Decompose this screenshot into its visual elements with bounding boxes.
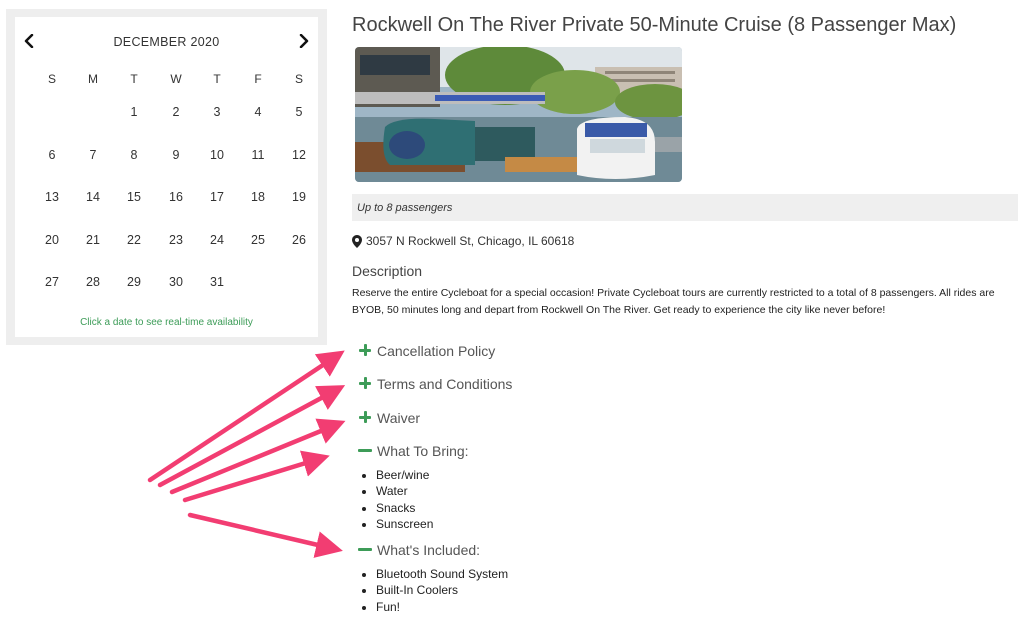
weekday-label: S xyxy=(47,72,56,86)
list-item: Sunscreen xyxy=(376,516,433,532)
weekday-header-row: S M T W T F S xyxy=(15,72,318,88)
calendar-day[interactable]: 11 xyxy=(244,144,272,166)
calendar-day[interactable]: 31 xyxy=(203,271,231,293)
list-item: Bluetooth Sound System xyxy=(376,566,508,582)
list-item: Snacks xyxy=(376,500,433,516)
description-heading: Description xyxy=(352,263,423,279)
calendar-day[interactable]: 14 xyxy=(79,186,107,208)
calendar-day[interactable]: 29 xyxy=(120,271,148,293)
waiver-label: Waiver xyxy=(377,410,421,426)
weekday-label: W xyxy=(170,72,182,86)
map-marker-icon xyxy=(352,234,362,248)
calendar-day[interactable]: 3 xyxy=(203,101,231,123)
calendar: DECEMBER 2020 S M T W T F S 1 2 3 4 5 6 7 8 9 10 1… xyxy=(15,17,318,337)
calendar-day[interactable]: 13 xyxy=(38,186,66,208)
plus-icon xyxy=(358,410,374,426)
calendar-header: DECEMBER 2020 xyxy=(15,17,318,51)
arrow-to-what-to-bring xyxy=(182,450,330,503)
description-text: Reserve the entire Cycleboat for a speci… xyxy=(352,287,995,316)
terms-and-conditions-label: Terms and Conditions xyxy=(377,376,513,392)
arrow-to-terms xyxy=(157,385,346,488)
calendar-day[interactable]: 24 xyxy=(203,229,231,251)
calendar-day[interactable]: 18 xyxy=(244,186,272,208)
calendar-day[interactable]: 5 xyxy=(285,101,313,123)
calendar-month-label: DECEMBER 2020 xyxy=(113,35,220,49)
minus-icon xyxy=(358,542,374,558)
calendar-day[interactable]: 4 xyxy=(244,101,272,123)
calendar-day[interactable]: 21 xyxy=(79,229,107,251)
address-text: 3057 N Rockwell St, Chicago, IL 60618 xyxy=(366,234,575,248)
weekday-label: T xyxy=(213,72,221,86)
weekday-label: T xyxy=(130,72,138,86)
calendar-day[interactable]: 9 xyxy=(162,144,190,166)
calendar-day[interactable]: 8 xyxy=(120,144,148,166)
boat-photo xyxy=(355,47,682,182)
calendar-day[interactable]: 12 xyxy=(285,144,313,166)
list-item: Built-In Coolers xyxy=(376,582,508,598)
calendar-day[interactable]: 1 xyxy=(120,101,148,123)
address-line: 3057 N Rockwell St, Chicago, IL 60618 xyxy=(352,234,574,248)
passenger-capacity-text: Up to 8 passengers xyxy=(357,202,453,214)
calendar-day[interactable]: 16 xyxy=(162,186,190,208)
chevron-right-icon xyxy=(299,34,309,48)
calendar-panel: DECEMBER 2020 S M T W T F S 1 2 3 4 5 6 7 8 9 10 1… xyxy=(6,9,327,345)
calendar-day[interactable]: 2 xyxy=(162,101,190,123)
calendar-day[interactable]: 25 xyxy=(244,229,272,251)
arrow-to-cancellation xyxy=(147,350,345,483)
weekday-label: F xyxy=(254,72,262,86)
waiver-toggle[interactable]: Waiver xyxy=(358,408,420,428)
calendar-day[interactable]: 22 xyxy=(120,229,148,251)
what-to-bring-list: Beer/wine Water Snacks Sunscreen xyxy=(362,467,433,532)
calendar-day[interactable]: 10 xyxy=(203,144,231,166)
calendar-availability-note: Click a date to see real-time availabili… xyxy=(80,317,253,328)
calendar-day[interactable]: 26 xyxy=(285,229,313,251)
next-month-button[interactable] xyxy=(294,29,314,53)
calendar-day[interactable]: 17 xyxy=(203,186,231,208)
page-title: Rockwell On The River Private 50-Minute … xyxy=(352,14,957,36)
calendar-day[interactable]: 7 xyxy=(79,144,107,166)
calendar-day[interactable]: 27 xyxy=(38,271,66,293)
list-item: Fun! xyxy=(376,599,508,615)
cancellation-policy-toggle[interactable]: Cancellation Policy xyxy=(358,341,495,361)
calendar-day[interactable]: 6 xyxy=(38,144,66,166)
cancellation-policy-label: Cancellation Policy xyxy=(377,343,496,359)
what-to-bring-label: What To Bring: xyxy=(377,443,469,459)
weekday-label: S xyxy=(294,72,303,86)
plus-icon xyxy=(358,376,374,392)
calendar-day[interactable]: 23 xyxy=(162,229,190,251)
calendar-day[interactable]: 30 xyxy=(162,271,190,293)
arrow-to-whats-included xyxy=(187,512,343,558)
whats-included-toggle[interactable]: What's Included: xyxy=(358,540,480,560)
arrow-to-waiver xyxy=(169,418,346,495)
list-item: Beer/wine xyxy=(376,467,433,483)
what-to-bring-toggle[interactable]: What To Bring: xyxy=(358,441,469,461)
whats-included-list: Bluetooth Sound System Built-In Coolers … xyxy=(362,566,508,615)
minus-icon xyxy=(358,443,374,459)
plus-icon xyxy=(358,343,374,359)
calendar-day[interactable]: 28 xyxy=(79,271,107,293)
terms-and-conditions-toggle[interactable]: Terms and Conditions xyxy=(358,374,512,394)
weekday-label: M xyxy=(88,72,98,86)
calendar-day[interactable]: 19 xyxy=(285,186,313,208)
calendar-day[interactable]: 20 xyxy=(38,229,66,251)
whats-included-label: What's Included: xyxy=(377,542,481,558)
calendar-day[interactable]: 15 xyxy=(120,186,148,208)
passenger-capacity-bar: Up to 8 passengers xyxy=(352,194,1018,221)
list-item: Water xyxy=(376,483,433,499)
